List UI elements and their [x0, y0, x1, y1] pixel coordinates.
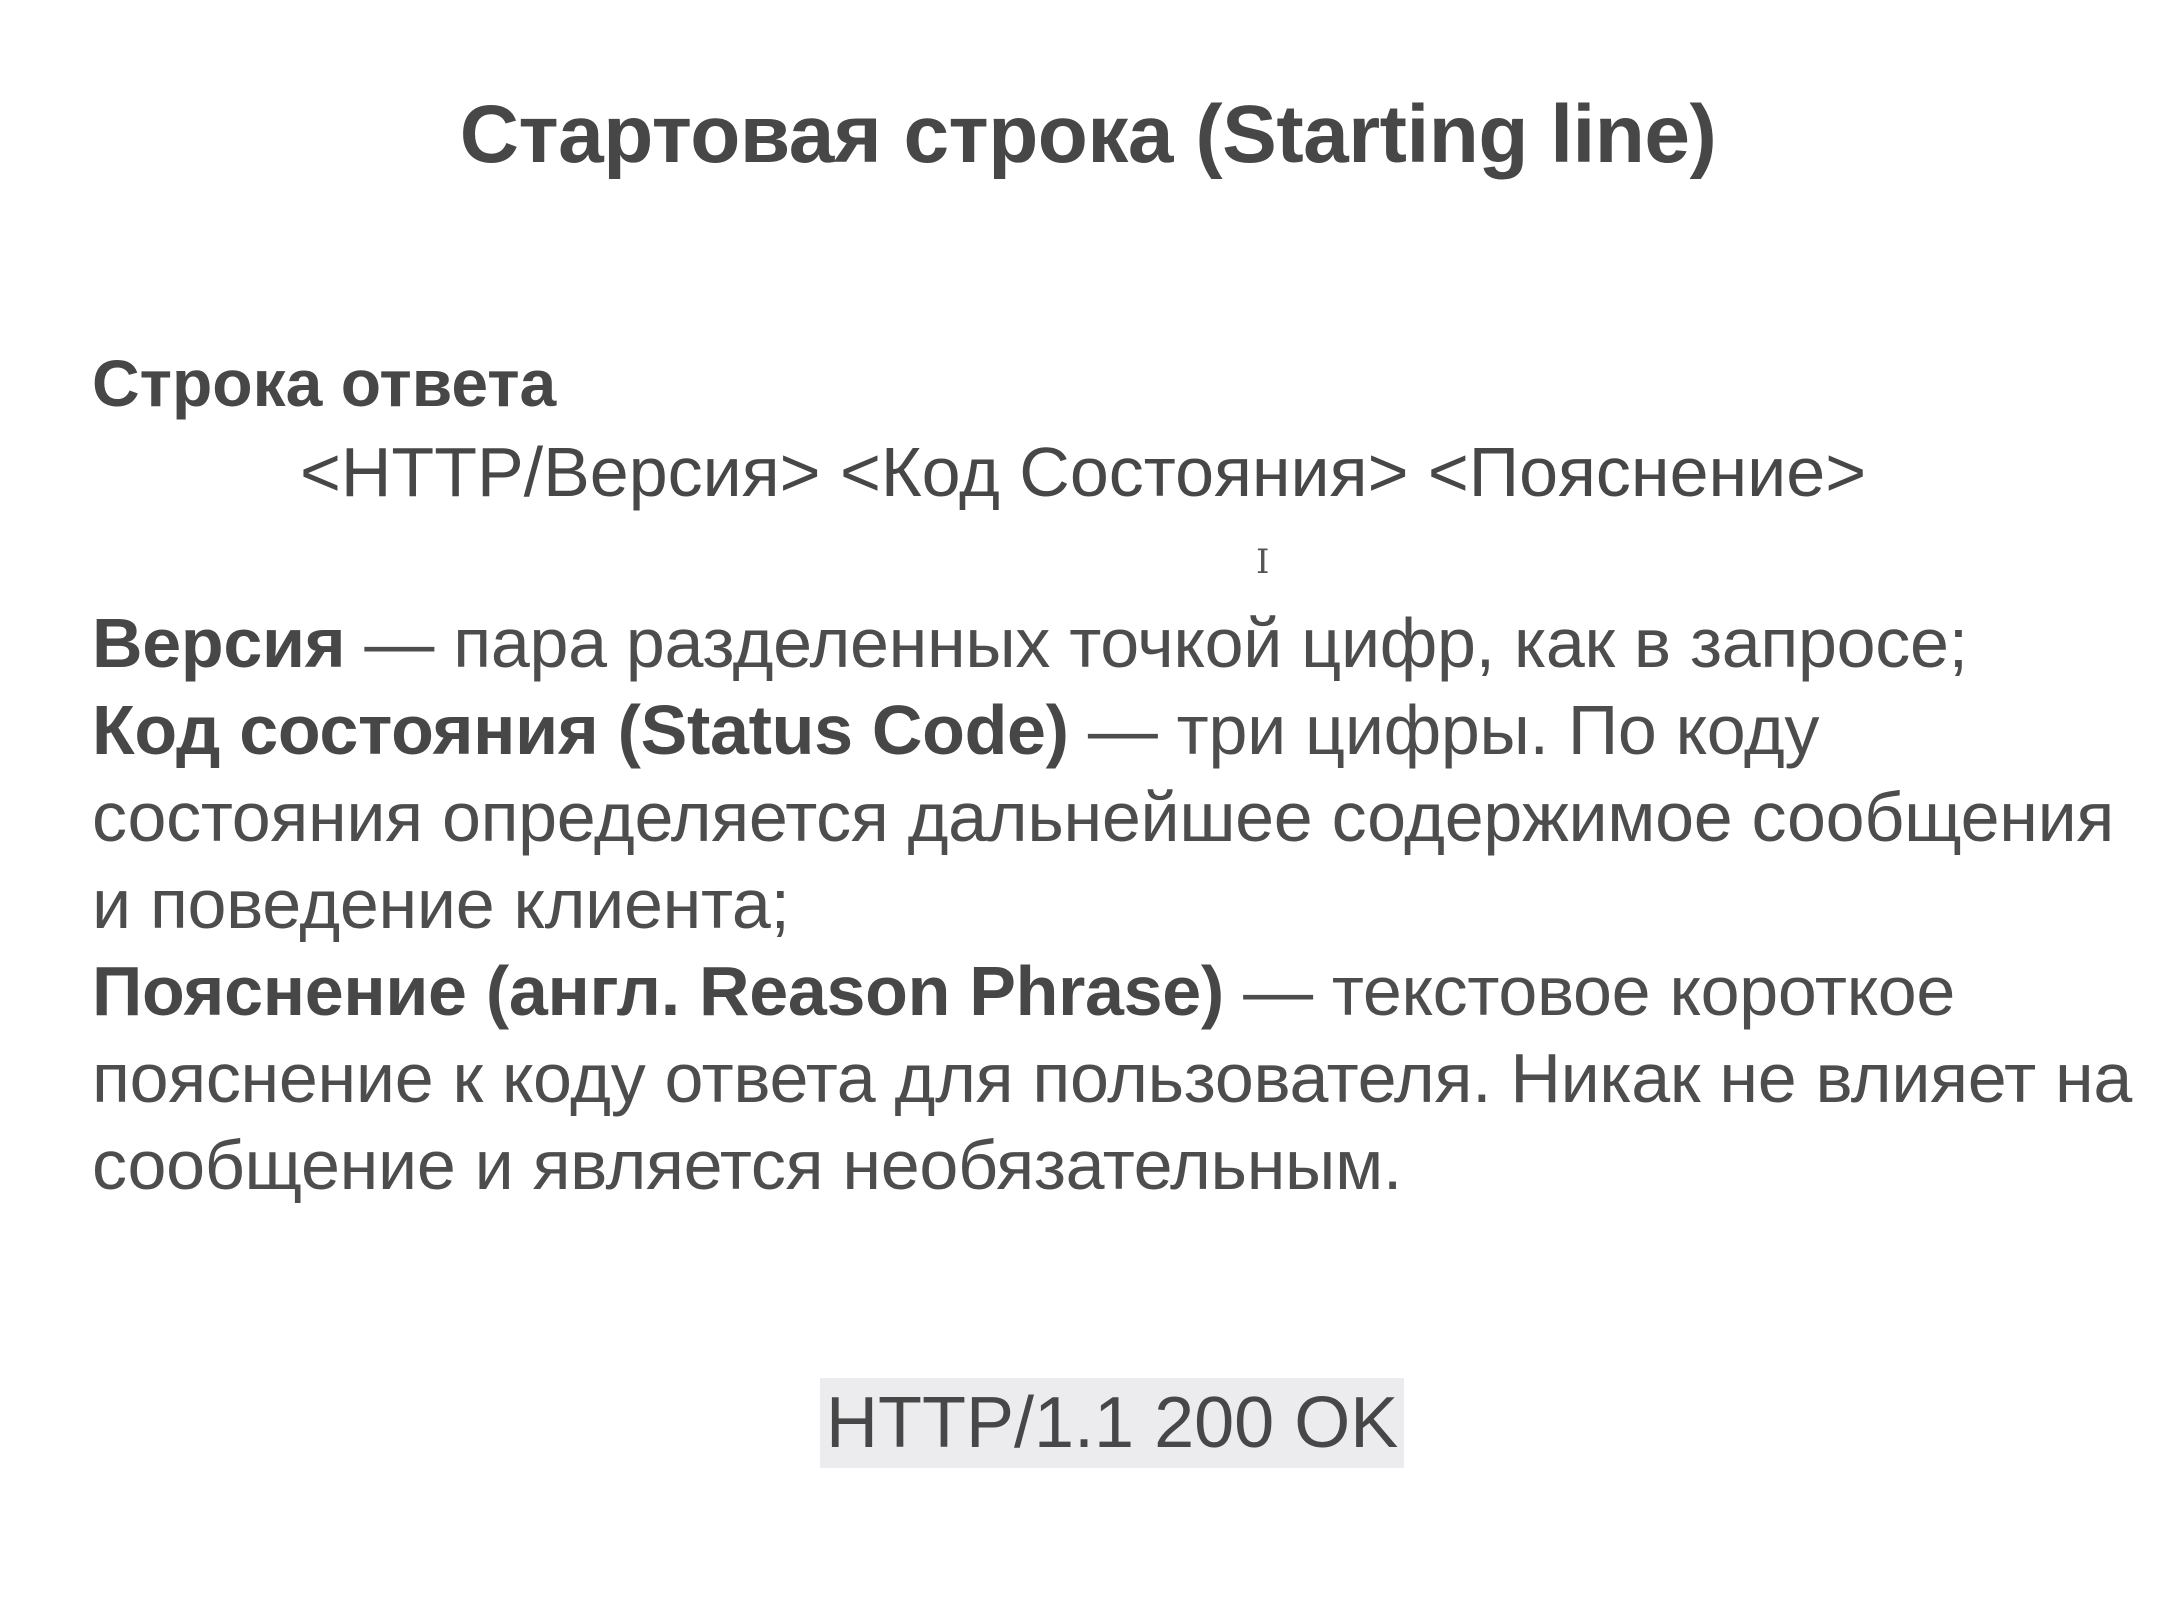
definition-term: Пояснение (англ. Reason Phrase): [92, 952, 1224, 1030]
definition-status-code: Код состояния (Status Code) — три цифры.…: [92, 687, 2142, 948]
definition-text: — пара разделенных точкой цифр, как в за…: [345, 604, 1968, 682]
example-status-line: HTTP/1.1 200 OK: [820, 1378, 1405, 1468]
definition-reason-phrase: Пояснение (англ. Reason Phrase) — тексто…: [92, 948, 2142, 1209]
definition-term: Версия: [92, 604, 346, 682]
definition-term: Код состояния (Status Code): [92, 691, 1069, 769]
response-line-format: <HTTP/Версия> <Код Состояния> <Пояснение…: [300, 433, 1867, 511]
response-line-heading: Строка ответа: [92, 346, 557, 420]
slide-title: Стартовая строка (Starting line): [459, 89, 1717, 180]
definitions-list: Версия — пара разделенных точкой цифр, к…: [92, 600, 2142, 1209]
definition-version: Версия — пара разделенных точкой цифр, к…: [92, 600, 2142, 687]
slide: Стартовая строка (Starting line) Строка …: [0, 0, 2176, 1618]
text-cursor-icon: I: [1256, 542, 1270, 582]
